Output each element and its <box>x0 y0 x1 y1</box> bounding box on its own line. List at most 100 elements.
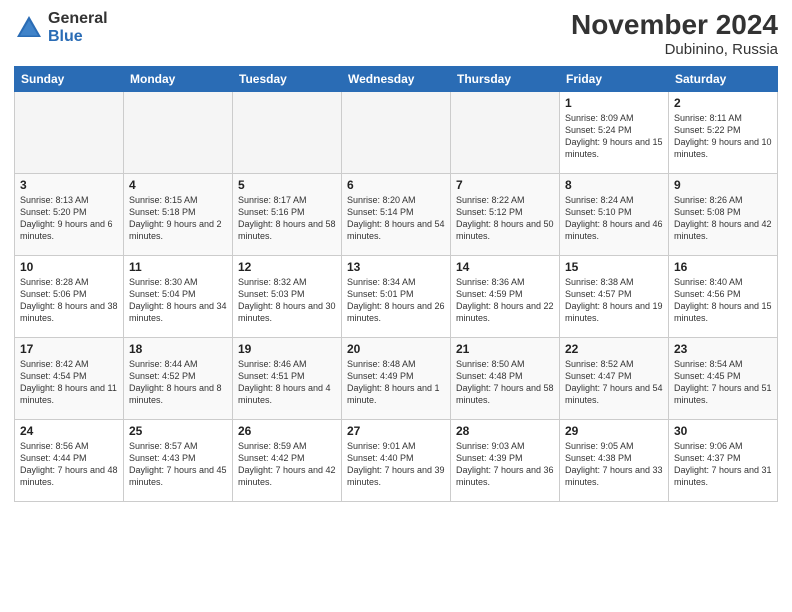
day-number: 19 <box>238 342 336 356</box>
calendar-day-cell: 23 Sunrise: 8:54 AM Sunset: 4:45 PM Dayli… <box>669 337 778 419</box>
day-info: Sunrise: 8:57 AM Sunset: 4:43 PM Dayligh… <box>129 440 227 489</box>
weekday-header-cell: Tuesday <box>233 66 342 91</box>
calendar-week-row: 3Sunrise: 8:13 AM Sunset: 5:20 PM Daylig… <box>15 173 778 255</box>
day-info: Sunrise: 8:28 AM Sunset: 5:06 PM Dayligh… <box>20 276 118 325</box>
calendar-day-cell: 5Sunrise: 8:17 AM Sunset: 5:16 PM Daylig… <box>233 173 342 255</box>
day-info: Sunrise: 8:11 AM Sunset: 5:22 PM Dayligh… <box>674 112 772 161</box>
day-info: Sunrise: 8:22 AM Sunset: 5:12 PM Dayligh… <box>456 194 554 243</box>
day-info: Sunrise: 8:48 AM Sunset: 4:49 PM Dayligh… <box>347 358 445 407</box>
location: Dubinino, Russia <box>571 41 778 58</box>
calendar-day-cell: 21 Sunrise: 8:50 AM Sunset: 4:48 PM Dayli… <box>451 337 560 419</box>
day-info: Sunrise: 8:46 AM Sunset: 4:51 PM Dayligh… <box>238 358 336 407</box>
calendar-day-cell: 26 Sunrise: 8:59 AM Sunset: 4:42 PM Dayli… <box>233 419 342 501</box>
logo-blue: Blue <box>48 28 83 45</box>
calendar-day-cell: 3Sunrise: 8:13 AM Sunset: 5:20 PM Daylig… <box>15 173 124 255</box>
header: General Blue November 2024 Dubinino, Rus… <box>14 10 778 58</box>
day-info: Sunrise: 8:24 AM Sunset: 5:10 PM Dayligh… <box>565 194 663 243</box>
calendar-day-cell: 4 Sunrise: 8:15 AM Sunset: 5:18 PM Daylig… <box>124 173 233 255</box>
day-number: 25 <box>129 424 227 438</box>
day-number: 30 <box>674 424 772 438</box>
calendar-day-cell: 9 Sunrise: 8:26 AM Sunset: 5:08 PM Daylig… <box>669 173 778 255</box>
day-number: 8 <box>565 178 663 192</box>
calendar-day-cell: 8 Sunrise: 8:24 AM Sunset: 5:10 PM Daylig… <box>560 173 669 255</box>
calendar-day-cell <box>124 91 233 173</box>
day-number: 1 <box>565 96 663 110</box>
calendar-day-cell: 27Sunrise: 9:01 AM Sunset: 4:40 PM Dayli… <box>342 419 451 501</box>
day-number: 16 <box>674 260 772 274</box>
calendar-day-cell: 10 Sunrise: 8:28 AM Sunset: 5:06 PM Dayli… <box>15 255 124 337</box>
day-number: 13 <box>347 260 445 274</box>
calendar-day-cell: 12Sunrise: 8:32 AM Sunset: 5:03 PM Dayli… <box>233 255 342 337</box>
calendar-table: SundayMondayTuesdayWednesdayThursdayFrid… <box>14 66 778 502</box>
calendar-day-cell <box>233 91 342 173</box>
calendar-day-cell: 30 Sunrise: 9:06 AM Sunset: 4:37 PM Dayli… <box>669 419 778 501</box>
calendar-day-cell: 22 Sunrise: 8:52 AM Sunset: 4:47 PM Dayli… <box>560 337 669 419</box>
day-number: 15 <box>565 260 663 274</box>
day-info: Sunrise: 8:34 AM Sunset: 5:01 PM Dayligh… <box>347 276 445 325</box>
weekday-header-cell: Wednesday <box>342 66 451 91</box>
day-number: 17 <box>20 342 118 356</box>
day-number: 29 <box>565 424 663 438</box>
logo: General Blue <box>14 10 108 45</box>
day-info: Sunrise: 8:20 AM Sunset: 5:14 PM Dayligh… <box>347 194 445 243</box>
day-info: Sunrise: 8:42 AM Sunset: 4:54 PM Dayligh… <box>20 358 118 407</box>
day-number: 20 <box>347 342 445 356</box>
day-number: 26 <box>238 424 336 438</box>
day-number: 24 <box>20 424 118 438</box>
calendar-week-row: 17 Sunrise: 8:42 AM Sunset: 4:54 PM Dayli… <box>15 337 778 419</box>
weekday-header-cell: Monday <box>124 66 233 91</box>
day-number: 22 <box>565 342 663 356</box>
day-info: Sunrise: 8:52 AM Sunset: 4:47 PM Dayligh… <box>565 358 663 407</box>
calendar-day-cell <box>15 91 124 173</box>
day-info: Sunrise: 8:15 AM Sunset: 5:18 PM Dayligh… <box>129 194 227 243</box>
day-info: Sunrise: 9:06 AM Sunset: 4:37 PM Dayligh… <box>674 440 772 489</box>
day-number: 21 <box>456 342 554 356</box>
day-number: 9 <box>674 178 772 192</box>
calendar-day-cell: 20 Sunrise: 8:48 AM Sunset: 4:49 PM Dayli… <box>342 337 451 419</box>
day-info: Sunrise: 8:50 AM Sunset: 4:48 PM Dayligh… <box>456 358 554 407</box>
calendar-day-cell: 17 Sunrise: 8:42 AM Sunset: 4:54 PM Dayli… <box>15 337 124 419</box>
calendar-day-cell: 16Sunrise: 8:40 AM Sunset: 4:56 PM Dayli… <box>669 255 778 337</box>
day-info: Sunrise: 8:56 AM Sunset: 4:44 PM Dayligh… <box>20 440 118 489</box>
day-number: 7 <box>456 178 554 192</box>
day-number: 28 <box>456 424 554 438</box>
day-info: Sunrise: 8:26 AM Sunset: 5:08 PM Dayligh… <box>674 194 772 243</box>
calendar-day-cell <box>342 91 451 173</box>
calendar-week-row: 10 Sunrise: 8:28 AM Sunset: 5:06 PM Dayli… <box>15 255 778 337</box>
day-info: Sunrise: 8:54 AM Sunset: 4:45 PM Dayligh… <box>674 358 772 407</box>
day-info: Sunrise: 8:44 AM Sunset: 4:52 PM Dayligh… <box>129 358 227 407</box>
day-number: 5 <box>238 178 336 192</box>
calendar-day-cell: 28 Sunrise: 9:03 AM Sunset: 4:39 PM Dayli… <box>451 419 560 501</box>
weekday-header-cell: Thursday <box>451 66 560 91</box>
calendar-body: 1 Sunrise: 8:09 AM Sunset: 5:24 PM Daylig… <box>15 91 778 501</box>
logo-icon <box>14 13 44 43</box>
day-info: Sunrise: 8:36 AM Sunset: 4:59 PM Dayligh… <box>456 276 554 325</box>
day-info: Sunrise: 8:59 AM Sunset: 4:42 PM Dayligh… <box>238 440 336 489</box>
logo-general: General <box>48 10 108 27</box>
calendar-day-cell: 1 Sunrise: 8:09 AM Sunset: 5:24 PM Daylig… <box>560 91 669 173</box>
weekday-header-cell: Sunday <box>15 66 124 91</box>
day-number: 23 <box>674 342 772 356</box>
day-info: Sunrise: 8:38 AM Sunset: 4:57 PM Dayligh… <box>565 276 663 325</box>
month-title: November 2024 <box>571 10 778 41</box>
weekday-header-row: SundayMondayTuesdayWednesdayThursdayFrid… <box>15 66 778 91</box>
calendar-day-cell: 29Sunrise: 9:05 AM Sunset: 4:38 PM Dayli… <box>560 419 669 501</box>
calendar-day-cell: 25 Sunrise: 8:57 AM Sunset: 4:43 PM Dayli… <box>124 419 233 501</box>
calendar-day-cell: 18Sunrise: 8:44 AM Sunset: 4:52 PM Dayli… <box>124 337 233 419</box>
logo-text: General Blue <box>48 10 108 45</box>
day-number: 6 <box>347 178 445 192</box>
day-number: 14 <box>456 260 554 274</box>
calendar-day-cell: 7 Sunrise: 8:22 AM Sunset: 5:12 PM Daylig… <box>451 173 560 255</box>
calendar-day-cell: 13 Sunrise: 8:34 AM Sunset: 5:01 PM Dayli… <box>342 255 451 337</box>
day-number: 11 <box>129 260 227 274</box>
day-number: 2 <box>674 96 772 110</box>
day-info: Sunrise: 8:09 AM Sunset: 5:24 PM Dayligh… <box>565 112 663 161</box>
calendar-week-row: 1 Sunrise: 8:09 AM Sunset: 5:24 PM Daylig… <box>15 91 778 173</box>
day-number: 10 <box>20 260 118 274</box>
weekday-header-cell: Saturday <box>669 66 778 91</box>
day-number: 4 <box>129 178 227 192</box>
calendar-day-cell: 15 Sunrise: 8:38 AM Sunset: 4:57 PM Dayli… <box>560 255 669 337</box>
calendar-day-cell: 19 Sunrise: 8:46 AM Sunset: 4:51 PM Dayli… <box>233 337 342 419</box>
day-info: Sunrise: 9:03 AM Sunset: 4:39 PM Dayligh… <box>456 440 554 489</box>
main-container: General Blue November 2024 Dubinino, Rus… <box>0 0 792 612</box>
